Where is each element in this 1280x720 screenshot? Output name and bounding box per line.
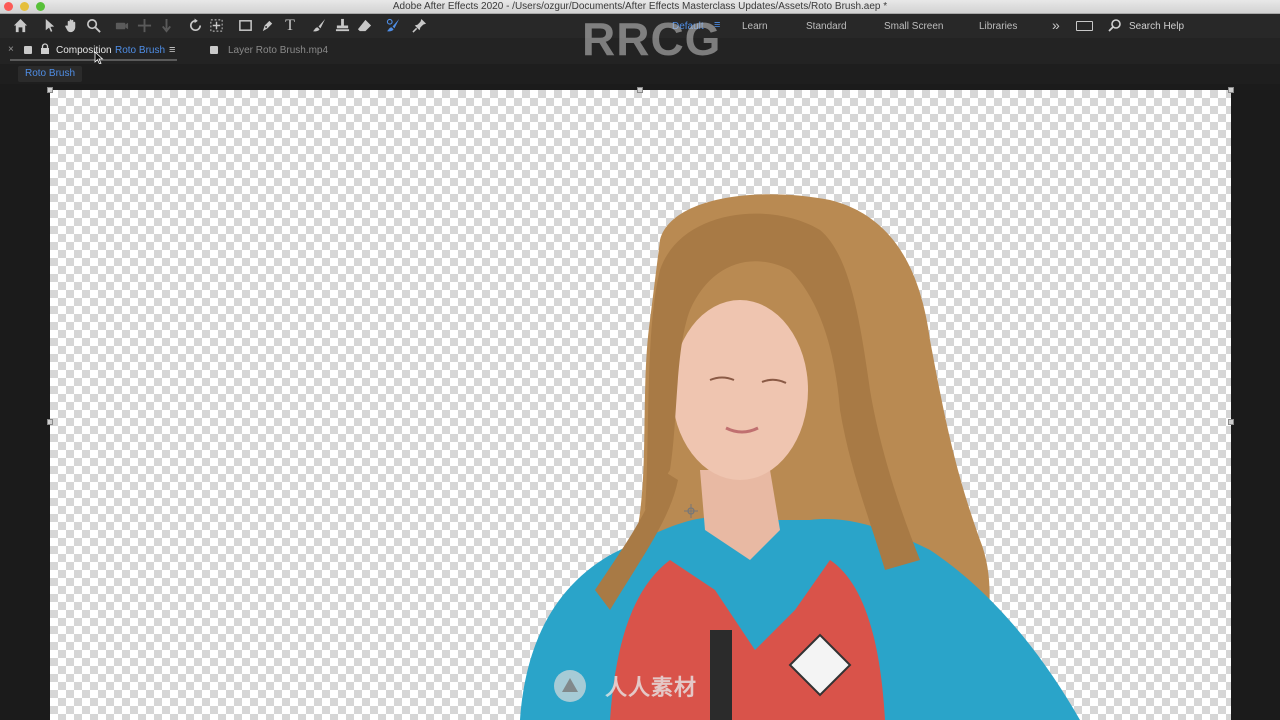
roto-brush-tool-icon[interactable]	[384, 17, 402, 35]
tab-layer[interactable]: Layer Roto Brush.mp4	[228, 45, 328, 57]
layer-handle-top-center[interactable]	[637, 87, 643, 93]
lock-icon[interactable]	[40, 43, 50, 55]
rotate-tool-icon[interactable]	[186, 17, 204, 35]
search-help[interactable]: Search Help	[1108, 18, 1280, 34]
panel-menu-icon[interactable]: ≡	[169, 44, 175, 56]
hand-tool-icon[interactable]	[62, 17, 80, 35]
pan-behind-tool-icon[interactable]	[207, 17, 225, 35]
zoom-tool-icon[interactable]	[84, 17, 102, 35]
watermark-logo-icon	[554, 670, 586, 702]
workspace-learn[interactable]: Learn	[742, 21, 768, 33]
workspace-overflow-icon[interactable]: »	[1052, 17, 1060, 33]
layer-handle-top-right[interactable]	[1228, 87, 1234, 93]
search-icon	[1108, 19, 1121, 32]
eraser-tool-icon[interactable]	[355, 17, 373, 35]
rectangle-tool-icon[interactable]	[236, 17, 254, 35]
pan-camera-icon[interactable]	[135, 17, 153, 35]
clone-stamp-tool-icon[interactable]	[333, 17, 351, 35]
layer-handle-middle-left[interactable]	[47, 419, 53, 425]
layer-color-swatch	[210, 46, 218, 54]
workspace-standard[interactable]: Standard	[806, 21, 847, 33]
workspace-layout-icon[interactable]	[1076, 21, 1093, 31]
layer-handle-top-left[interactable]	[47, 87, 53, 93]
tab-composition-name[interactable]: Roto Brush	[115, 45, 165, 57]
composition-canvas[interactable]	[50, 90, 1231, 720]
watermark-top: RRCG	[582, 13, 722, 65]
composition-viewer[interactable]	[0, 84, 1280, 720]
composition-navigator-bar: Roto Brush	[0, 64, 1280, 84]
watermark-bottom: 人人素材	[605, 675, 698, 700]
type-tool-icon[interactable]: T	[281, 17, 299, 35]
pen-tool-icon[interactable]	[258, 17, 276, 35]
composition-color-swatch	[24, 46, 32, 54]
workspace-libraries[interactable]: Libraries	[979, 21, 1017, 33]
anchor-point-icon[interactable]	[684, 504, 698, 518]
composition-breadcrumb[interactable]: Roto Brush	[18, 66, 83, 82]
home-icon[interactable]	[11, 17, 29, 35]
mouse-cursor-icon	[94, 51, 104, 65]
puppet-pin-tool-icon[interactable]	[410, 17, 428, 35]
layer-handle-middle-right[interactable]	[1228, 419, 1234, 425]
close-panel-icon[interactable]: ×	[8, 44, 14, 55]
selection-tool-icon[interactable]	[40, 17, 58, 35]
rotoscoped-subject-image	[520, 194, 1080, 720]
search-help-label: Search Help	[1129, 21, 1185, 32]
brush-tool-icon[interactable]	[310, 17, 328, 35]
workspace-small-screen[interactable]: Small Screen	[884, 21, 943, 33]
dolly-camera-icon[interactable]	[157, 17, 175, 35]
orbit-camera-icon[interactable]	[112, 17, 130, 35]
